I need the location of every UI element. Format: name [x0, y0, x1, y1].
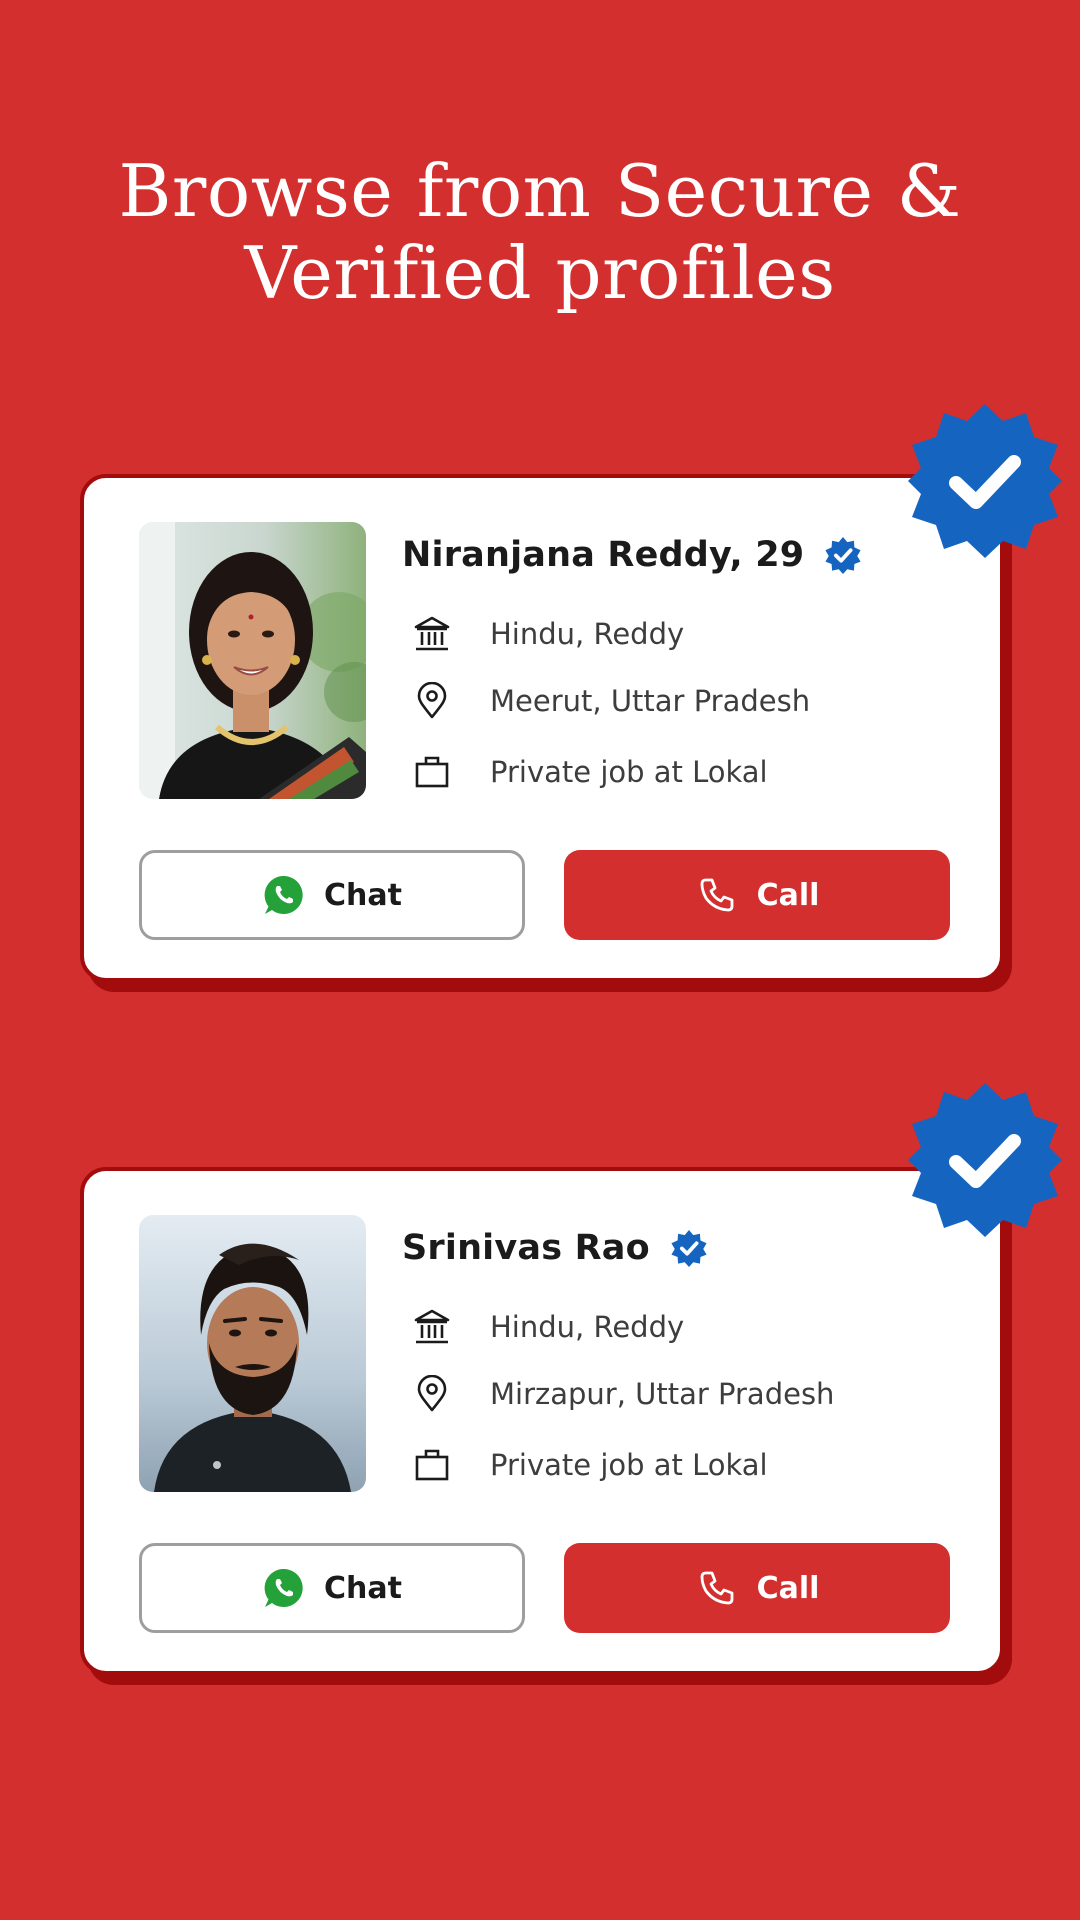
profile-photo	[139, 1215, 366, 1492]
briefcase-icon	[412, 1445, 452, 1485]
verified-icon	[825, 536, 861, 574]
location-row: Meerut, Uttar Pradesh	[412, 681, 810, 721]
profile-card[interactable]: Srinivas Rao Hindu, Reddy Mirzapur, Utta…	[80, 1167, 1004, 1675]
location-text: Meerut, Uttar Pradesh	[490, 684, 811, 718]
profile-card[interactable]: Niranjana Reddy, 29 Hindu, Reddy Meerut,…	[80, 474, 1004, 982]
call-button-label: Call	[756, 1570, 820, 1606]
briefcase-icon	[412, 752, 452, 792]
religion-text: Hindu, Reddy	[490, 617, 685, 651]
profile-name: Niranjana Reddy, 29	[402, 535, 805, 575]
profile-photo	[139, 522, 366, 799]
page-title: Browse from Secure & Verified profiles	[0, 150, 1080, 314]
temple-icon	[412, 614, 452, 654]
page-title-line-1: Browse from Secure &	[118, 149, 962, 233]
location-row: Mirzapur, Uttar Pradesh	[412, 1374, 834, 1414]
verified-icon	[671, 1229, 707, 1267]
phone-icon	[695, 873, 739, 917]
chat-button[interactable]: Chat	[139, 1543, 525, 1633]
call-button[interactable]: Call	[564, 1543, 950, 1633]
location-text: Mirzapur, Uttar Pradesh	[490, 1377, 835, 1411]
religion-text: Hindu, Reddy	[490, 1310, 685, 1344]
temple-icon	[412, 1307, 452, 1347]
location-pin-icon	[412, 681, 452, 721]
phone-icon	[695, 1566, 739, 1610]
profile-name-row: Niranjana Reddy, 29	[402, 530, 862, 580]
job-text: Private job at Lokal	[490, 755, 768, 789]
profile-name-row: Srinivas Rao	[402, 1223, 708, 1273]
whatsapp-icon	[262, 1566, 306, 1610]
chat-button-label: Chat	[324, 877, 402, 913]
job-row: Private job at Lokal	[412, 1445, 768, 1485]
chat-button[interactable]: Chat	[139, 850, 525, 940]
job-row: Private job at Lokal	[412, 752, 768, 792]
page-title-line-2: Verified profiles	[244, 231, 836, 315]
religion-row: Hindu, Reddy	[412, 1307, 684, 1347]
religion-row: Hindu, Reddy	[412, 614, 684, 654]
verified-badge-icon	[908, 404, 1062, 558]
chat-button-label: Chat	[324, 1570, 402, 1606]
call-button[interactable]: Call	[564, 850, 950, 940]
verified-badge-icon	[908, 1083, 1062, 1237]
whatsapp-icon	[262, 873, 306, 917]
job-text: Private job at Lokal	[490, 1448, 768, 1482]
location-pin-icon	[412, 1374, 452, 1414]
call-button-label: Call	[756, 877, 820, 913]
profile-name: Srinivas Rao	[402, 1228, 650, 1268]
